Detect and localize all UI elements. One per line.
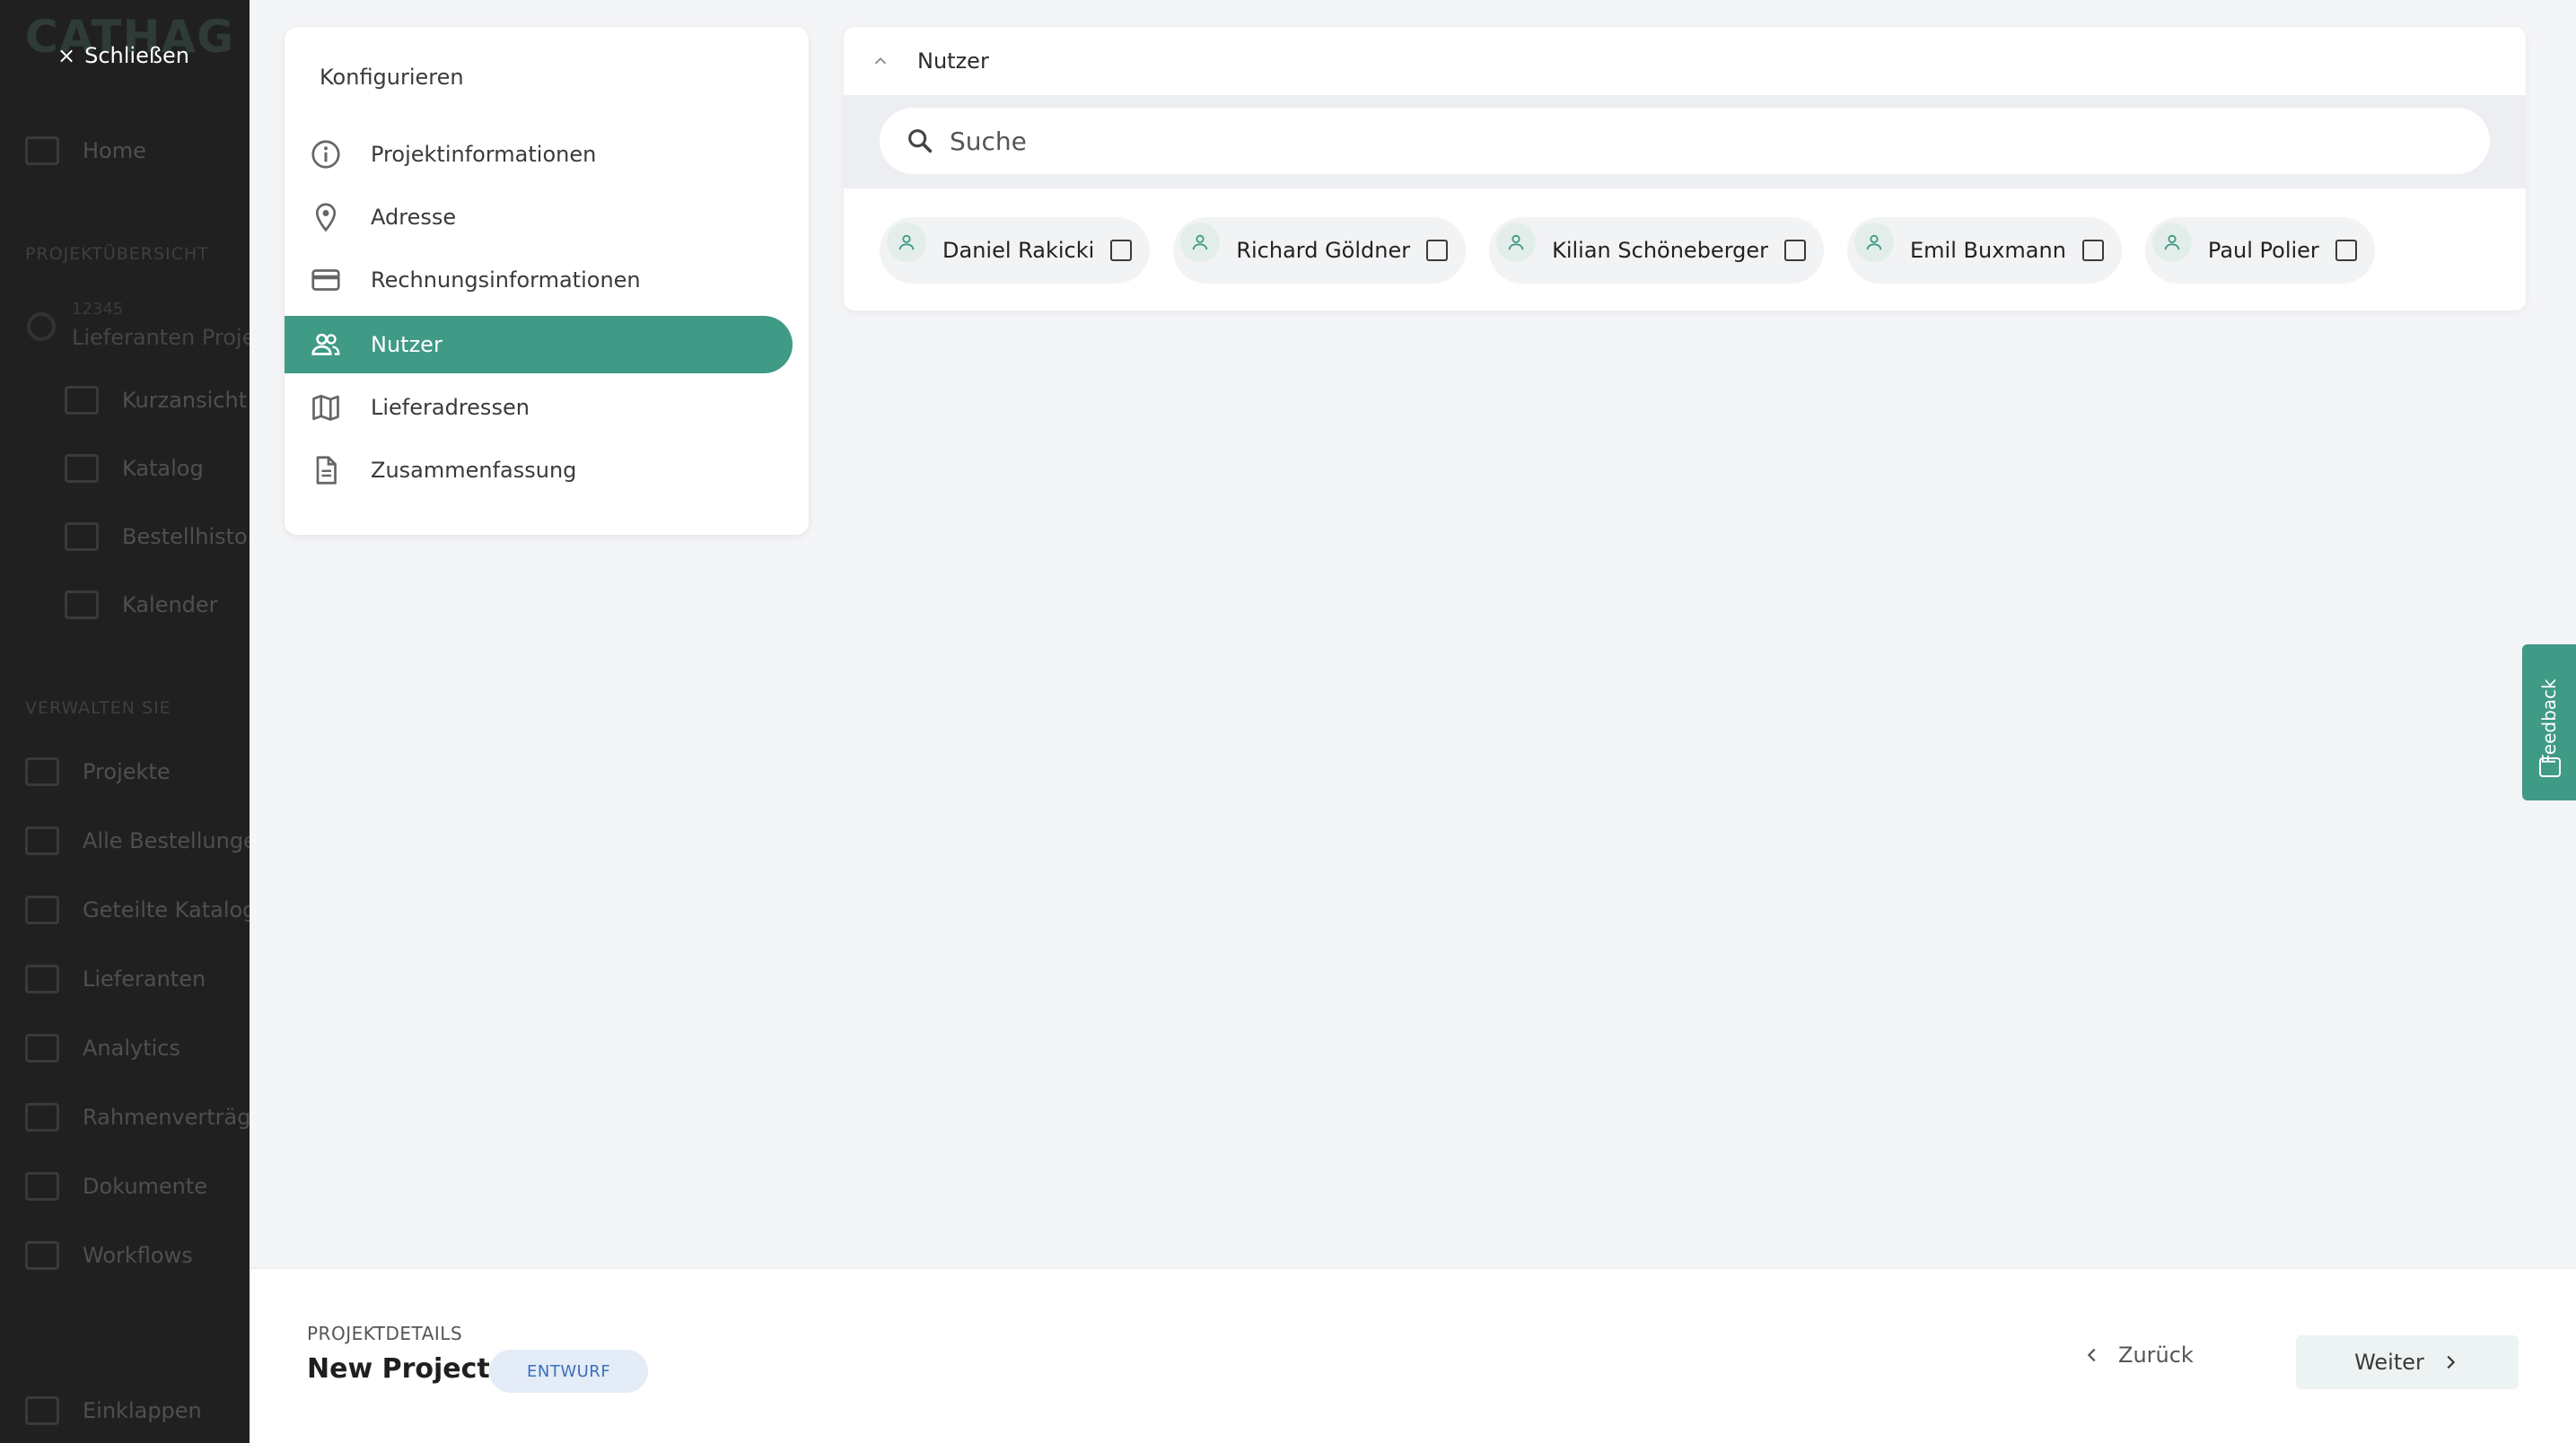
shared-catalog-icon xyxy=(25,896,59,924)
users-panel: Nutzer Daniel Rakicki Richard Göldner Ki… xyxy=(844,27,2526,310)
nav-kalender: Kalender xyxy=(65,590,218,619)
avatar xyxy=(2151,223,2192,262)
avatar xyxy=(1180,223,1221,262)
close-button[interactable]: × Schließen xyxy=(57,43,189,68)
section-project-overview: PROJEKTÜBERSICHT xyxy=(25,244,209,264)
person-icon xyxy=(2164,234,2180,250)
menu-item-rechnungsinformationen[interactable]: Rechnungsinformationen xyxy=(285,251,793,309)
person-icon xyxy=(1866,234,1882,250)
footer-label: PROJEKTDETAILS xyxy=(307,1323,463,1344)
map-icon xyxy=(312,394,339,421)
search-area xyxy=(844,95,2526,188)
avatar xyxy=(1496,223,1537,262)
user-checkbox[interactable] xyxy=(2081,240,2104,261)
user-checkbox[interactable] xyxy=(2335,240,2357,261)
main-content: Konfigurieren Projektinformationen Adres… xyxy=(250,0,2576,1443)
nav-projekte: Projekte xyxy=(25,757,171,786)
search-box[interactable] xyxy=(880,108,2490,174)
workflow-icon xyxy=(25,1241,59,1270)
nav-geteilte-kataloge: Geteilte Kataloge xyxy=(25,896,250,924)
feedback-label: Feedback xyxy=(2538,678,2560,765)
nav-dokumente: Dokumente xyxy=(25,1172,207,1201)
menu-item-zusammenfassung[interactable]: Zusammenfassung xyxy=(285,442,793,499)
user-name: Paul Polier xyxy=(2207,238,2319,263)
user-name: Richard Göldner xyxy=(1236,238,1411,263)
nav-alle-bestellungen: Alle Bestellungen xyxy=(25,826,250,855)
users-icon xyxy=(311,333,340,355)
supplier-icon xyxy=(25,965,59,993)
nav-bestellhistorie: Bestellhistorie xyxy=(65,522,250,551)
close-icon: × xyxy=(57,43,76,68)
project-number: 12345 xyxy=(72,300,124,319)
folder-icon xyxy=(25,1103,59,1132)
search-input[interactable] xyxy=(950,126,2386,156)
projects-icon xyxy=(25,757,59,786)
user-chip[interactable]: Daniel Rakicki xyxy=(880,217,1151,284)
chevron-up-icon[interactable] xyxy=(871,51,890,71)
menu-item-nutzer[interactable]: Nutzer xyxy=(285,316,793,373)
document-icon xyxy=(316,456,337,485)
status-badge: ENTWURF xyxy=(489,1350,649,1393)
dashboard-icon xyxy=(65,386,99,415)
info-icon xyxy=(311,140,340,169)
nav-lieferanten: Lieferanten xyxy=(25,965,206,993)
app-sidebar-dimmed: CATHAG Home PROJEKTÜBERSICHT 12345 Liefe… xyxy=(0,0,250,1443)
project-name: Lieferanten Projekt xyxy=(72,325,250,350)
location-pin-icon xyxy=(315,203,337,232)
search-icon xyxy=(908,129,933,153)
users-panel-title: Nutzer xyxy=(917,48,989,74)
user-checkbox[interactable] xyxy=(1110,240,1133,261)
user-checkbox[interactable] xyxy=(1784,240,1807,261)
user-name: Emil Buxmann xyxy=(1910,238,2066,263)
person-icon xyxy=(1508,234,1524,250)
analytics-icon xyxy=(25,1034,59,1063)
configure-title: Konfigurieren xyxy=(320,65,464,90)
nav-katalog: Katalog xyxy=(65,454,204,483)
section-manage: VERWALTEN SIE xyxy=(25,698,171,718)
users-panel-header[interactable]: Nutzer xyxy=(844,27,2526,95)
chevron-left-icon xyxy=(2087,1348,2096,1362)
calendar-icon xyxy=(65,590,99,619)
credit-card-icon xyxy=(311,269,340,291)
nav-home: Home xyxy=(25,136,146,165)
nav-kurzansicht: Kurzansicht xyxy=(65,386,247,415)
menu-item-projektinformationen[interactable]: Projektinformationen xyxy=(285,126,793,183)
double-chevron-left-icon xyxy=(25,1396,59,1425)
menu-item-adresse[interactable]: Adresse xyxy=(285,188,793,246)
nav-workflows: Workflows xyxy=(25,1241,193,1270)
user-chip[interactable]: Richard Göldner xyxy=(1173,217,1467,284)
footer-bar: PROJEKTDETAILS New Project ENTWURF Zurüc… xyxy=(250,1267,2576,1443)
configure-panel: Konfigurieren Projektinformationen Adres… xyxy=(285,27,809,535)
user-chip[interactable]: Kilian Schöneberger xyxy=(1489,217,1825,284)
feedback-tab[interactable]: Feedback xyxy=(2522,644,2576,800)
chevron-right-icon xyxy=(2447,1355,2456,1369)
avatar xyxy=(887,223,926,262)
nav-analytics: Analytics xyxy=(25,1034,180,1063)
person-icon xyxy=(1193,234,1208,250)
person-icon xyxy=(898,234,915,250)
documents-icon xyxy=(25,1172,59,1201)
user-chip[interactable]: Emil Buxmann xyxy=(1847,217,2122,284)
truck-icon xyxy=(65,522,99,551)
nav-rahmenvertraege: Rahmenverträge xyxy=(25,1103,250,1132)
user-name: Kilian Schöneberger xyxy=(1552,238,1769,263)
nav-collapse: Einklappen xyxy=(25,1396,202,1425)
back-button[interactable]: Zurück xyxy=(2082,1342,2194,1368)
menu-item-lieferadressen[interactable]: Lieferadressen xyxy=(285,379,793,436)
user-chip[interactable]: Paul Polier xyxy=(2144,217,2375,284)
home-icon xyxy=(25,136,59,165)
catalog-icon xyxy=(65,454,99,483)
project-status-icon xyxy=(27,312,56,341)
next-button[interactable]: Weiter xyxy=(2296,1335,2519,1389)
avatar xyxy=(1854,223,1895,262)
feedback-icon xyxy=(2539,757,2561,777)
orders-icon xyxy=(25,826,59,855)
project-title: New Project xyxy=(307,1353,490,1385)
user-checkbox[interactable] xyxy=(1426,240,1449,261)
user-name: Daniel Rakicki xyxy=(942,238,1095,263)
user-chip-list: Daniel Rakicki Richard Göldner Kilian Sc… xyxy=(880,217,2375,284)
